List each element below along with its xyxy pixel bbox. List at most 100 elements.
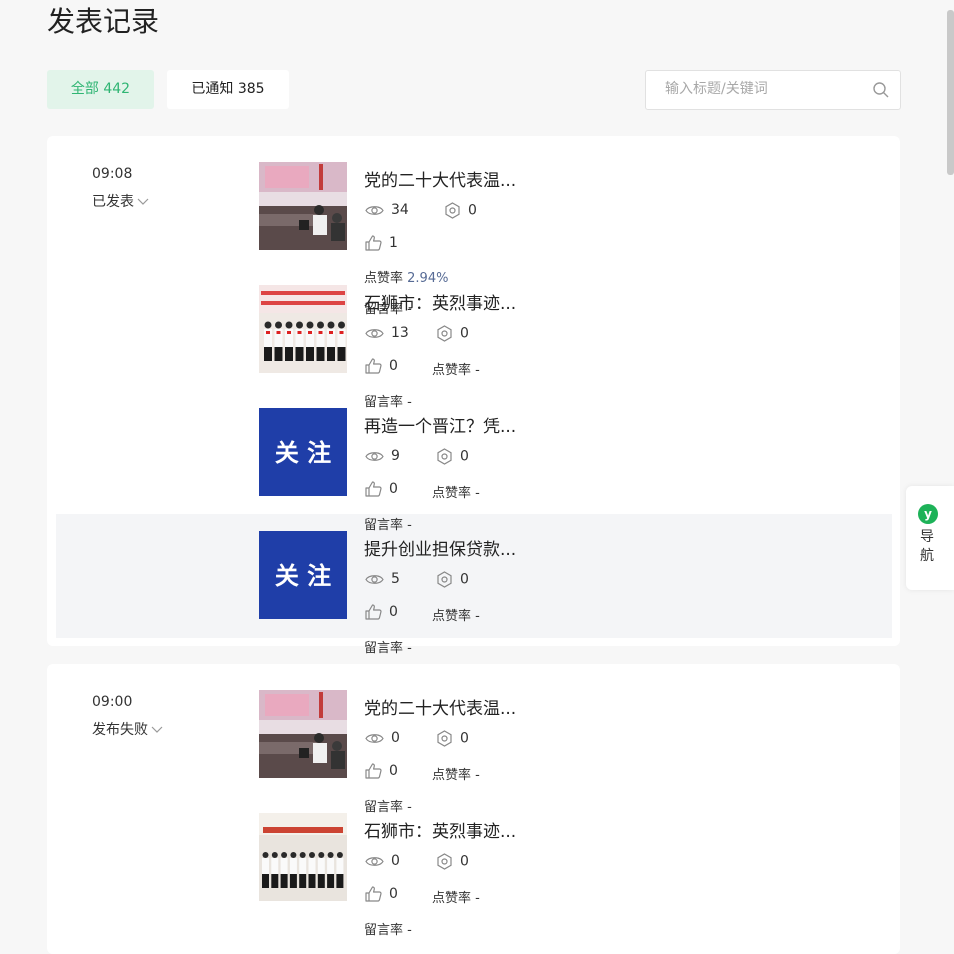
shares-count: 0 [460, 730, 469, 747]
likes-stat: 0 [365, 604, 398, 620]
publish-time: 09:00 [92, 694, 133, 710]
like-rate: 点赞率 - [432, 887, 480, 906]
share-icon [445, 202, 460, 219]
shares-stat: 0 [436, 730, 469, 747]
article-thumbnail[interactable]: 关 注 [259, 531, 347, 619]
like-icon [365, 235, 382, 251]
tab-notified[interactable]: 已通知 385 [167, 70, 289, 109]
comment-rate-label: 留言率 [364, 641, 404, 656]
comment-rate-label: 留言率 [364, 923, 404, 938]
publish-group-card: 09:08 已发表 党的二十大代表温... 34 0 1 点赞率 2.94% 留言率 - 石… [47, 136, 900, 656]
like-icon [365, 481, 382, 497]
share-icon [437, 571, 452, 588]
likes-stat: 0 [365, 358, 398, 374]
like-rate-label: 点赞率 [432, 768, 472, 783]
side-nav-button[interactable]: y 导航 [906, 486, 954, 590]
page-title: 发表记录 [47, 5, 160, 38]
views-stat: 34 [365, 202, 409, 218]
like-rate-value: 2.94% [407, 271, 449, 286]
search-icon[interactable] [872, 81, 890, 99]
like-icon [365, 886, 382, 902]
article-title[interactable]: 再造一个晋江？凭... [364, 412, 516, 437]
shares-count: 0 [468, 202, 477, 219]
share-icon [437, 325, 452, 342]
article-item[interactable]: 党的二十大代表温... 0 0 0 点赞率 - 留言率 - [259, 690, 799, 815]
views-stat: 9 [365, 448, 400, 464]
article-thumbnail[interactable]: 关 注 [259, 408, 347, 496]
like-rate: 点赞率 - [432, 764, 480, 783]
article-item[interactable]: 石狮市：英烈事迹... 0 0 0 点赞率 - 留言率 - [259, 813, 799, 938]
wechat-logo-icon: y [918, 504, 938, 524]
likes-count: 0 [389, 763, 398, 779]
share-icon [437, 853, 452, 870]
chevron-down-icon [151, 726, 163, 733]
like-rate: 点赞率 - [432, 605, 480, 624]
article-item[interactable]: 关 注再造一个晋江？凭... 9 0 0 点赞率 - 留言率 - [259, 408, 799, 533]
shares-count: 0 [460, 448, 469, 465]
like-rate-label: 点赞率 [364, 271, 404, 286]
publish-status-label: 发布失败 [92, 722, 148, 738]
publish-status-dropdown[interactable]: 已发表 [92, 191, 149, 211]
like-rate-value: - [475, 768, 480, 783]
like-icon [365, 604, 382, 620]
like-rate-value: - [475, 891, 480, 906]
likes-count: 1 [389, 235, 398, 251]
article-thumbnail[interactable] [259, 690, 347, 778]
search-input[interactable] [663, 80, 857, 98]
tab-all[interactable]: 全部 442 [47, 70, 154, 109]
comment-rate-value: - [407, 641, 412, 656]
views-count: 9 [391, 448, 400, 464]
scrollbar[interactable] [947, 10, 954, 175]
article-thumbnail[interactable] [259, 162, 347, 250]
share-icon [437, 448, 452, 465]
like-rate-value: - [475, 609, 480, 624]
comment-rate: 留言率 - [364, 637, 412, 656]
chevron-down-icon [137, 198, 149, 205]
like-icon [365, 358, 382, 374]
likes-stat: 0 [365, 886, 398, 902]
like-rate-value: - [475, 486, 480, 501]
article-item[interactable]: 党的二十大代表温... 34 0 1 点赞率 2.94% 留言率 - [259, 162, 799, 317]
article-item[interactable]: 石狮市：英烈事迹... 13 0 0 点赞率 - 留言率 - [259, 285, 799, 410]
views-count: 5 [391, 571, 400, 587]
thumbnail-text: 关 注 [275, 562, 331, 590]
views-stat: 5 [365, 571, 400, 587]
article-item[interactable]: 关 注提升创业担保贷款... 5 0 0 点赞率 - 留言率 - [259, 531, 799, 656]
views-count: 0 [391, 853, 400, 869]
views-stat: 13 [365, 325, 409, 341]
article-title[interactable]: 提升创业担保贷款... [364, 535, 516, 560]
shares-stat: 0 [444, 202, 477, 219]
article-thumbnail[interactable] [259, 813, 347, 901]
article-thumbnail[interactable] [259, 285, 347, 373]
shares-count: 0 [460, 853, 469, 870]
likes-stat: 0 [365, 763, 398, 779]
views-icon [365, 856, 384, 866]
shares-stat: 0 [436, 448, 469, 465]
article-title[interactable]: 党的二十大代表温... [364, 694, 516, 719]
likes-count: 0 [389, 481, 398, 497]
like-rate-label: 点赞率 [432, 486, 472, 501]
like-rate: 点赞率 - [432, 359, 480, 378]
likes-count: 0 [389, 358, 398, 374]
views-icon [365, 205, 384, 215]
search-box[interactable] [645, 70, 901, 110]
likes-stat: 0 [365, 481, 398, 497]
thumbnail-text: 关 注 [275, 439, 331, 467]
views-count: 0 [391, 730, 400, 746]
side-nav-label: 导航 [920, 529, 934, 564]
shares-count: 0 [460, 325, 469, 342]
like-icon [365, 763, 382, 779]
likes-stat: 1 [365, 235, 398, 251]
like-rate-label: 点赞率 [432, 609, 472, 624]
publish-status-label: 已发表 [92, 194, 134, 210]
publish-group-card: 09:00 发布失败 党的二十大代表温... 0 0 0 点赞率 - 留言率 - 石狮市：英… [47, 664, 900, 954]
publish-status-dropdown[interactable]: 发布失败 [92, 719, 163, 739]
article-title[interactable]: 党的二十大代表温... [364, 166, 516, 191]
article-title[interactable]: 石狮市：英烈事迹... [364, 817, 516, 842]
views-count: 13 [391, 325, 409, 341]
shares-stat: 0 [436, 853, 469, 870]
article-title[interactable]: 石狮市：英烈事迹... [364, 289, 516, 314]
comment-rate: 留言率 - [364, 919, 412, 938]
views-icon [365, 574, 384, 584]
like-rate: 点赞率 2.94% [364, 267, 448, 286]
